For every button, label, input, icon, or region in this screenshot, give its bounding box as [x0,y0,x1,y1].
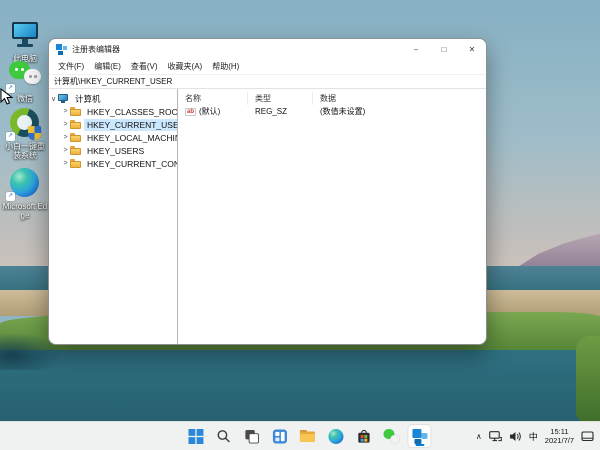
windows-logo-icon [187,428,203,444]
desktop-icon-this-pc[interactable]: 此电脑 [2,20,48,63]
value-list-pane[interactable]: 名称 类型 数据 ab (默认) REG_SZ (数值未设置) [178,89,486,344]
start-button[interactable] [183,424,207,448]
wechat-icon: ↗ [6,60,42,93]
registry-editor-taskbar-button[interactable] [407,424,432,448]
tray-time: 15:11 [550,427,569,436]
tree-item-hkey-classes-root[interactable]: > HKEY_CLASSES_ROOT [49,105,177,118]
chevron-right-icon[interactable]: > [61,121,70,128]
edge-button[interactable] [323,424,347,448]
folder-icon [70,146,81,155]
tree-root-computer[interactable]: ∨ 计算机 [49,92,177,105]
mouse-cursor [0,88,13,105]
chevron-right-icon[interactable]: > [61,147,70,154]
store-icon [357,429,370,443]
titlebar[interactable]: 注册表编辑器 – □ ✕ [49,39,486,59]
search-icon [217,430,230,443]
tray-date: 2021/7/7 [544,436,574,445]
wallpaper-grass-edge [576,336,600,422]
shortcut-arrow-icon: ↗ [6,132,15,141]
chevron-right-icon[interactable]: > [61,108,70,115]
xiaobai-icon: ↗ [6,108,42,141]
computer-icon [58,94,69,103]
desktop-icon-label: 小白一键重装系统 [5,142,45,160]
store-button[interactable] [351,424,375,448]
task-view-icon [244,429,259,444]
menu-file[interactable]: 文件(F) [53,61,89,72]
menu-favorites[interactable]: 收藏夹(A) [163,61,208,72]
volume-icon[interactable] [509,431,522,442]
chevron-right-icon[interactable]: > [61,160,70,167]
folder-icon [70,133,81,142]
tray-chevron-up-icon[interactable]: ∧ [476,432,482,441]
column-header-type[interactable]: 类型 [248,92,313,105]
registry-editor-window: 注册表编辑器 – □ ✕ 文件(F) 编辑(E) 查看(V) 收藏夹(A) 帮助… [48,38,487,345]
registry-icon [411,428,427,444]
task-view-button[interactable] [239,424,263,448]
tree-item-hkey-users[interactable]: > HKEY_USERS [49,144,177,157]
shortcut-arrow-icon: ↗ [6,192,15,201]
wechat-icon [383,429,400,443]
file-explorer-icon [299,430,315,442]
clock[interactable]: 15:11 2021/7/7 [545,427,574,445]
menu-help[interactable]: 帮助(H) [207,61,244,72]
registry-app-icon [56,43,67,55]
menu-edit[interactable]: 编辑(E) [89,61,126,72]
tree-item-hkey-local-machine[interactable]: > HKEY_LOCAL_MACHINE [49,131,177,144]
chevron-right-icon[interactable]: > [61,134,70,141]
value-row-default[interactable]: ab (默认) REG_SZ (数值未设置) [178,105,486,118]
desktop-icon-label: Microsoft Edge [2,202,48,220]
folder-icon [70,107,81,116]
widgets-icon [272,428,287,444]
wallpaper-foreground-water [0,350,600,422]
desktop-icon-xiaobai[interactable]: ↗ 小白一键重装系统 [2,108,48,160]
wechat-taskbar-button[interactable] [379,424,403,448]
close-button[interactable]: ✕ [458,39,486,59]
widgets-button[interactable] [267,424,291,448]
edge-icon [327,428,343,444]
column-header-name[interactable]: 名称 [178,92,248,105]
menu-bar: 文件(F) 编辑(E) 查看(V) 收藏夹(A) 帮助(H) [49,59,486,74]
desktop-icon-edge[interactable]: ↗ Microsoft Edge [2,168,48,220]
maximize-button[interactable]: □ [430,39,458,59]
minimize-button[interactable]: – [402,39,430,59]
ime-indicator[interactable]: 中 [529,430,538,443]
address-text: 计算机\HKEY_CURRENT_USER [54,77,173,86]
taskbar: ∧ 中 15:11 2021/7/7 [0,421,600,450]
folder-icon [70,120,81,129]
edge-icon: ↗ [6,168,42,201]
search-button[interactable] [211,424,235,448]
folder-icon [70,159,81,168]
network-icon[interactable] [488,430,502,442]
address-bar[interactable]: 计算机\HKEY_CURRENT_USER [49,74,486,89]
registry-tree-pane[interactable]: ∨ 计算机 > HKEY_CLASSES_ROOT > HKEY_CURRENT… [49,89,178,344]
tree-item-hkey-current-user[interactable]: > HKEY_CURRENT_USER [49,118,177,131]
reg-sz-icon: ab [185,107,196,116]
this-pc-icon [8,20,42,52]
column-header-data[interactable]: 数据 [313,92,486,105]
notification-center-icon[interactable] [581,430,594,442]
window-title: 注册表编辑器 [72,44,120,54]
menu-view[interactable]: 查看(V) [126,61,163,72]
list-header: 名称 类型 数据 [178,92,486,105]
file-explorer-button[interactable] [295,424,319,448]
tree-item-hkey-current-config[interactable]: > HKEY_CURRENT_CONFIG [49,157,177,170]
chevron-down-icon[interactable]: ∨ [49,95,58,103]
